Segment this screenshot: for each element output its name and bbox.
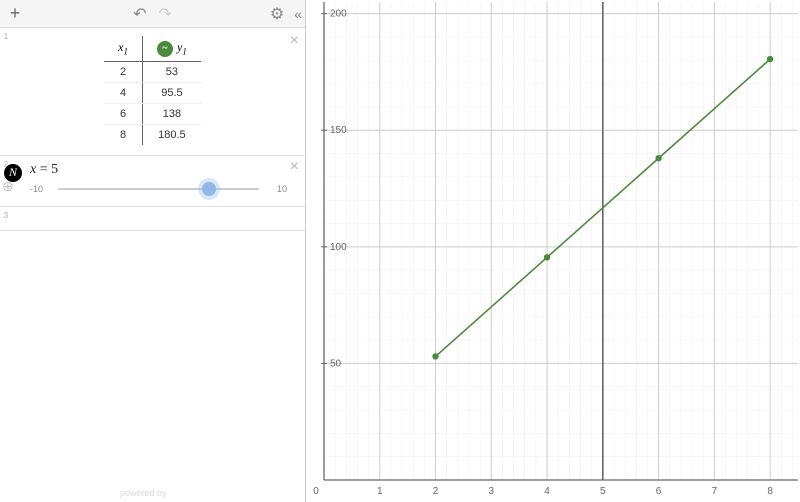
svg-text:1: 1 <box>377 486 383 497</box>
table-cell[interactable]: 4 <box>104 82 142 103</box>
data-table[interactable]: x1 ~ y1 2 <box>104 36 201 145</box>
svg-text:6: 6 <box>656 486 662 497</box>
app-root: + ↶ ↷ ⚙ « 1 × x1 <box>0 0 800 502</box>
table-cell[interactable]: 53 <box>143 61 201 82</box>
expression-panel: + ↶ ↷ ⚙ « 1 × x1 <box>0 0 306 502</box>
table-row[interactable]: 8 180.5 <box>104 124 201 145</box>
row-index: 3 <box>0 207 12 220</box>
table-row[interactable]: 6 138 <box>104 103 201 124</box>
undo-button[interactable]: ↶ <box>133 4 146 24</box>
svg-text:4: 4 <box>544 486 550 497</box>
svg-text:8: 8 <box>767 486 773 497</box>
delete-row-button[interactable]: × <box>290 32 299 50</box>
graph-area[interactable]: 1 2 3 4 5 6 7 8 50 100 150 200 0 <box>306 0 800 502</box>
table-header-x[interactable]: x1 <box>104 36 142 61</box>
svg-text:3: 3 <box>489 486 495 497</box>
expression-row-empty[interactable]: 3 <box>0 207 305 231</box>
table-row[interactable]: 4 95.5 <box>104 82 201 103</box>
table-cell[interactable]: 138 <box>143 103 201 124</box>
expression-icon[interactable]: N <box>4 164 22 182</box>
table-cell[interactable]: 8 <box>104 124 142 145</box>
svg-text:2: 2 <box>433 486 439 497</box>
add-expression-button[interactable]: + <box>6 5 24 23</box>
svg-text:150: 150 <box>330 125 347 136</box>
slider-expression[interactable]: x = 5 <box>30 162 287 178</box>
expression-row-table[interactable]: 1 × x1 ~ y1 <box>0 28 305 156</box>
slider-max[interactable]: 10 <box>265 184 287 194</box>
powered-by-label: powered by <box>120 488 167 498</box>
svg-text:50: 50 <box>330 358 342 369</box>
svg-text:5: 5 <box>600 486 606 497</box>
table-cell[interactable]: 180.5 <box>143 124 201 145</box>
svg-text:200: 200 <box>330 9 347 20</box>
slider-track[interactable] <box>58 188 259 190</box>
table-cell[interactable]: 95.5 <box>143 82 201 103</box>
expression-row-slider[interactable]: 2 N × x = 5 -10 10 <box>0 156 305 207</box>
row-index: 1 <box>0 28 12 41</box>
table-row[interactable]: 2 53 <box>104 61 201 82</box>
delete-row-button[interactable]: × <box>290 158 299 176</box>
slider-control[interactable]: -10 10 <box>30 184 287 194</box>
svg-text:7: 7 <box>712 486 718 497</box>
table-cell[interactable]: 6 <box>104 103 142 124</box>
series-color-icon[interactable]: ~ <box>157 41 173 57</box>
svg-text:0: 0 <box>313 486 319 497</box>
expression-list: 1 × x1 ~ y1 <box>0 28 305 502</box>
graph-canvas[interactable]: 1 2 3 4 5 6 7 8 50 100 150 200 0 <box>306 0 800 502</box>
table-cell[interactable]: 2 <box>104 61 142 82</box>
slider-min[interactable]: -10 <box>30 184 52 194</box>
collapse-panel-button[interactable]: « <box>294 6 299 22</box>
slider-knob[interactable] <box>202 182 216 196</box>
table-header-y[interactable]: ~ y1 <box>143 36 201 61</box>
redo-button[interactable]: ↷ <box>159 4 172 24</box>
settings-button[interactable]: ⚙ <box>270 4 284 24</box>
toolbar: + ↶ ↷ ⚙ « <box>0 0 305 28</box>
svg-text:100: 100 <box>330 242 347 253</box>
